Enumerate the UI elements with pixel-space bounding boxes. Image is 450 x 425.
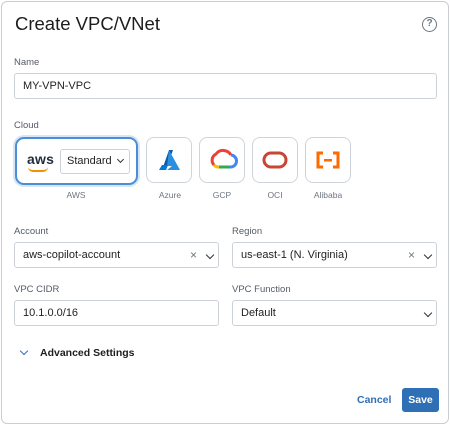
save-button[interactable]: Save <box>402 388 439 412</box>
vpc-function-label: VPC Function <box>232 284 291 295</box>
cloud-card-oci[interactable] <box>252 137 298 183</box>
azure-icon <box>159 150 180 170</box>
gcp-icon <box>210 148 238 169</box>
cancel-button[interactable]: Cancel <box>357 394 391 406</box>
dialog-title: Create VPC/VNet <box>15 13 160 34</box>
vpc-cidr-label: VPC CIDR <box>14 284 60 295</box>
vpc-cidr-input[interactable]: 10.1.0.0/16 <box>14 300 219 326</box>
cloud-label-azure: Azure <box>158 190 182 200</box>
chevron-down-icon <box>19 346 29 356</box>
cloud-card-alibaba[interactable] <box>305 137 351 183</box>
cloud-label-gcp: GCP <box>212 190 232 200</box>
help-icon[interactable]: ? <box>422 17 437 32</box>
aws-edition-select[interactable]: Standard <box>60 149 130 174</box>
account-label: Account <box>14 226 49 237</box>
chevron-down-icon[interactable] <box>423 308 433 318</box>
clear-icon[interactable]: × <box>190 243 197 267</box>
aws-smile-mark <box>28 167 48 172</box>
name-label: Name <box>14 57 40 68</box>
region-select[interactable]: us-east-1 (N. Virginia) × <box>232 242 437 268</box>
cloud-label-aws: AWS <box>66 190 86 200</box>
create-vpc-dialog: Create VPC/VNet ? Name MY-VPN-VPC Cloud … <box>1 1 449 424</box>
cloud-label: Cloud <box>14 120 39 131</box>
cloud-card-gcp[interactable] <box>199 137 245 183</box>
aws-edition-value: Standard <box>67 155 112 167</box>
aws-icon: aws <box>27 151 55 167</box>
cloud-label-alibaba: Alibaba <box>313 190 343 200</box>
chevron-down-icon <box>116 155 125 164</box>
vpc-function-select[interactable]: Default <box>232 300 437 326</box>
region-label: Region <box>232 226 263 237</box>
chevron-down-icon[interactable] <box>205 250 215 260</box>
region-value: us-east-1 (N. Virginia) <box>241 249 348 261</box>
cloud-card-azure[interactable] <box>146 137 192 183</box>
account-select[interactable]: aws-copilot-account × <box>14 242 219 268</box>
advanced-settings-label: Advanced Settings <box>40 347 135 359</box>
name-input[interactable]: MY-VPN-VPC <box>14 73 437 99</box>
vpc-cidr-value: 10.1.0.0/16 <box>23 307 79 319</box>
cloud-card-aws[interactable]: aws Standard <box>15 137 138 185</box>
account-value: aws-copilot-account <box>23 249 121 261</box>
oci-icon <box>262 151 288 169</box>
alibaba-icon <box>316 151 340 169</box>
cloud-label-oci: OCI <box>267 190 283 200</box>
chevron-down-icon[interactable] <box>423 250 433 260</box>
clear-icon[interactable]: × <box>408 243 415 267</box>
name-input-value: MY-VPN-VPC <box>23 80 92 92</box>
vpc-function-value: Default <box>241 307 276 319</box>
